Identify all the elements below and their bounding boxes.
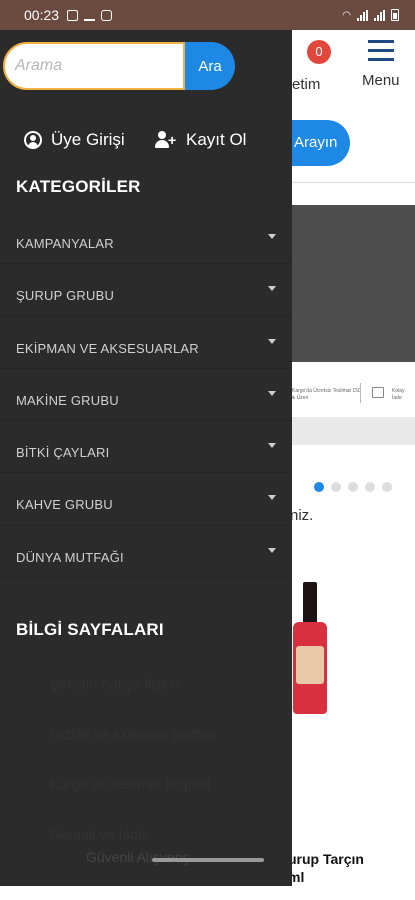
carousel-dot[interactable]: [314, 482, 324, 492]
category-item[interactable]: KAHVE GRUBU: [0, 473, 292, 526]
promo-strip: Kargo'da Ücretsiz Teslimat 150 ₺ Üzeri K…: [290, 375, 415, 417]
category-item[interactable]: BİTKİ ÇAYLARI: [0, 421, 292, 474]
promo-text-shipping: Kargo'da Ücretsiz Teslimat 150 ₺ Üzeri: [292, 388, 361, 401]
product-title-line2: ml: [288, 869, 305, 885]
hero-banner[interactable]: [290, 205, 415, 362]
auth-row: Üye Girişi + Kayıt Ol: [0, 130, 292, 156]
category-label: BİTKİ ÇAYLARI: [16, 445, 110, 461]
category-label: DÜNYA MUTFAĞI: [16, 549, 124, 565]
info-pages-heading: BİLGİ SAYFALARI: [16, 620, 164, 639]
gray-band: [290, 417, 415, 445]
info-item-secure-shopping[interactable]: Güvenli Alışveriş: [86, 849, 189, 865]
info-page-list: Şirketin Satışa İlişkin Gizlilik ve Kulla…: [0, 660, 292, 860]
info-page-item[interactable]: Gizlilik ve Kullanım Şartları: [0, 710, 292, 760]
caret-down-icon[interactable]: [268, 338, 276, 344]
cart-icon: [372, 387, 384, 398]
category-item[interactable]: EKİPMAN VE AKSESUARLAR: [0, 317, 292, 369]
login-link[interactable]: Üye Girişi: [24, 130, 125, 150]
section-text: niz.: [290, 507, 314, 524]
category-label: KAHVE GRUBU: [16, 497, 113, 513]
category-list: KAMPANYALAR ŞURUP GRUBU EKİPMAN VE AKSESUA…: [0, 212, 292, 579]
register-label: Kayıt Ol: [186, 130, 247, 149]
info-page-label: Gizlilik ve Kullanım Şartları: [50, 726, 217, 742]
carousel-dot[interactable]: [331, 482, 341, 492]
caret-down-icon[interactable]: [268, 286, 276, 292]
menu-label[interactable]: Menu: [362, 72, 400, 89]
status-right: ◠: [342, 9, 399, 21]
product-image[interactable]: [293, 582, 327, 714]
category-item[interactable]: KAMPANYALAR: [0, 212, 292, 265]
status-bar: 00:23 ◠: [0, 0, 415, 30]
drawer-search-box: [3, 42, 185, 90]
notification-icons: [67, 9, 113, 21]
signal-icon: [374, 9, 385, 21]
promo-text-return: Kolay İade: [392, 388, 405, 401]
info-page-item[interactable]: Kargo ve Teslimat Bilgileri: [0, 760, 292, 810]
category-label: ŞURUP GRUBU: [16, 288, 115, 304]
download-check-icon: [84, 10, 96, 21]
caret-down-icon[interactable]: [268, 390, 276, 396]
battery-icon: [391, 9, 399, 21]
carousel-dot[interactable]: [348, 482, 358, 492]
side-drawer: Ara Üye Girişi + Kayıt Ol KATEGORİLER KA…: [0, 30, 292, 886]
hamburger-menu-icon[interactable]: [368, 40, 394, 67]
divider: [290, 182, 415, 183]
category-label: KAMPANYALAR: [16, 236, 114, 251]
register-link[interactable]: + Kayıt Ol: [155, 130, 246, 150]
category-label: EKİPMAN VE AKSESUARLAR: [16, 340, 199, 356]
info-page-label: Şirketin Satışa İlişkin: [50, 676, 180, 692]
carousel-dots[interactable]: [314, 482, 392, 492]
image-icon: [67, 9, 79, 21]
status-left: 00:23: [24, 7, 113, 23]
categories-heading: KATEGORİLER: [16, 177, 141, 196]
drawer-search-input[interactable]: [5, 44, 183, 88]
cart-label[interactable]: etim: [292, 76, 320, 93]
category-item[interactable]: ŞURUP GRUBU: [0, 264, 292, 317]
promo-divider: [360, 383, 361, 403]
carousel-dot[interactable]: [382, 482, 392, 492]
status-time: 00:23: [24, 7, 60, 23]
gesture-nav-handle[interactable]: [152, 858, 264, 862]
info-page-label: Kargo ve Teslimat Bilgileri: [50, 776, 211, 792]
user-plus-icon: +: [155, 131, 177, 149]
product-title[interactable]: urup Tarçın ml: [288, 850, 364, 886]
info-page-label: Garanti ve İade: [50, 826, 146, 842]
caret-down-icon[interactable]: [268, 495, 276, 501]
caret-down-icon[interactable]: [268, 234, 276, 239]
wifi-icon: ◠: [342, 9, 351, 21]
info-page-item[interactable]: Şirketin Satışa İlişkin: [0, 660, 292, 710]
user-circle-icon: [24, 131, 42, 149]
product-title-line1: urup Tarçın: [288, 851, 364, 867]
instagram-icon: [101, 9, 113, 21]
category-item[interactable]: DÜNYA MUTFAĞI: [0, 526, 292, 579]
category-item[interactable]: MAKİNE GRUBU: [0, 369, 292, 422]
drawer-search-button[interactable]: Ara: [185, 42, 235, 90]
login-label: Üye Girişi: [51, 130, 125, 149]
caret-down-icon[interactable]: [268, 547, 276, 553]
category-label: MAKİNE GRUBU: [16, 392, 119, 408]
caret-down-icon[interactable]: [268, 443, 276, 449]
cart-count-badge: 0: [307, 40, 331, 64]
signal-icon: [357, 9, 368, 21]
carousel-dot[interactable]: [365, 482, 375, 492]
